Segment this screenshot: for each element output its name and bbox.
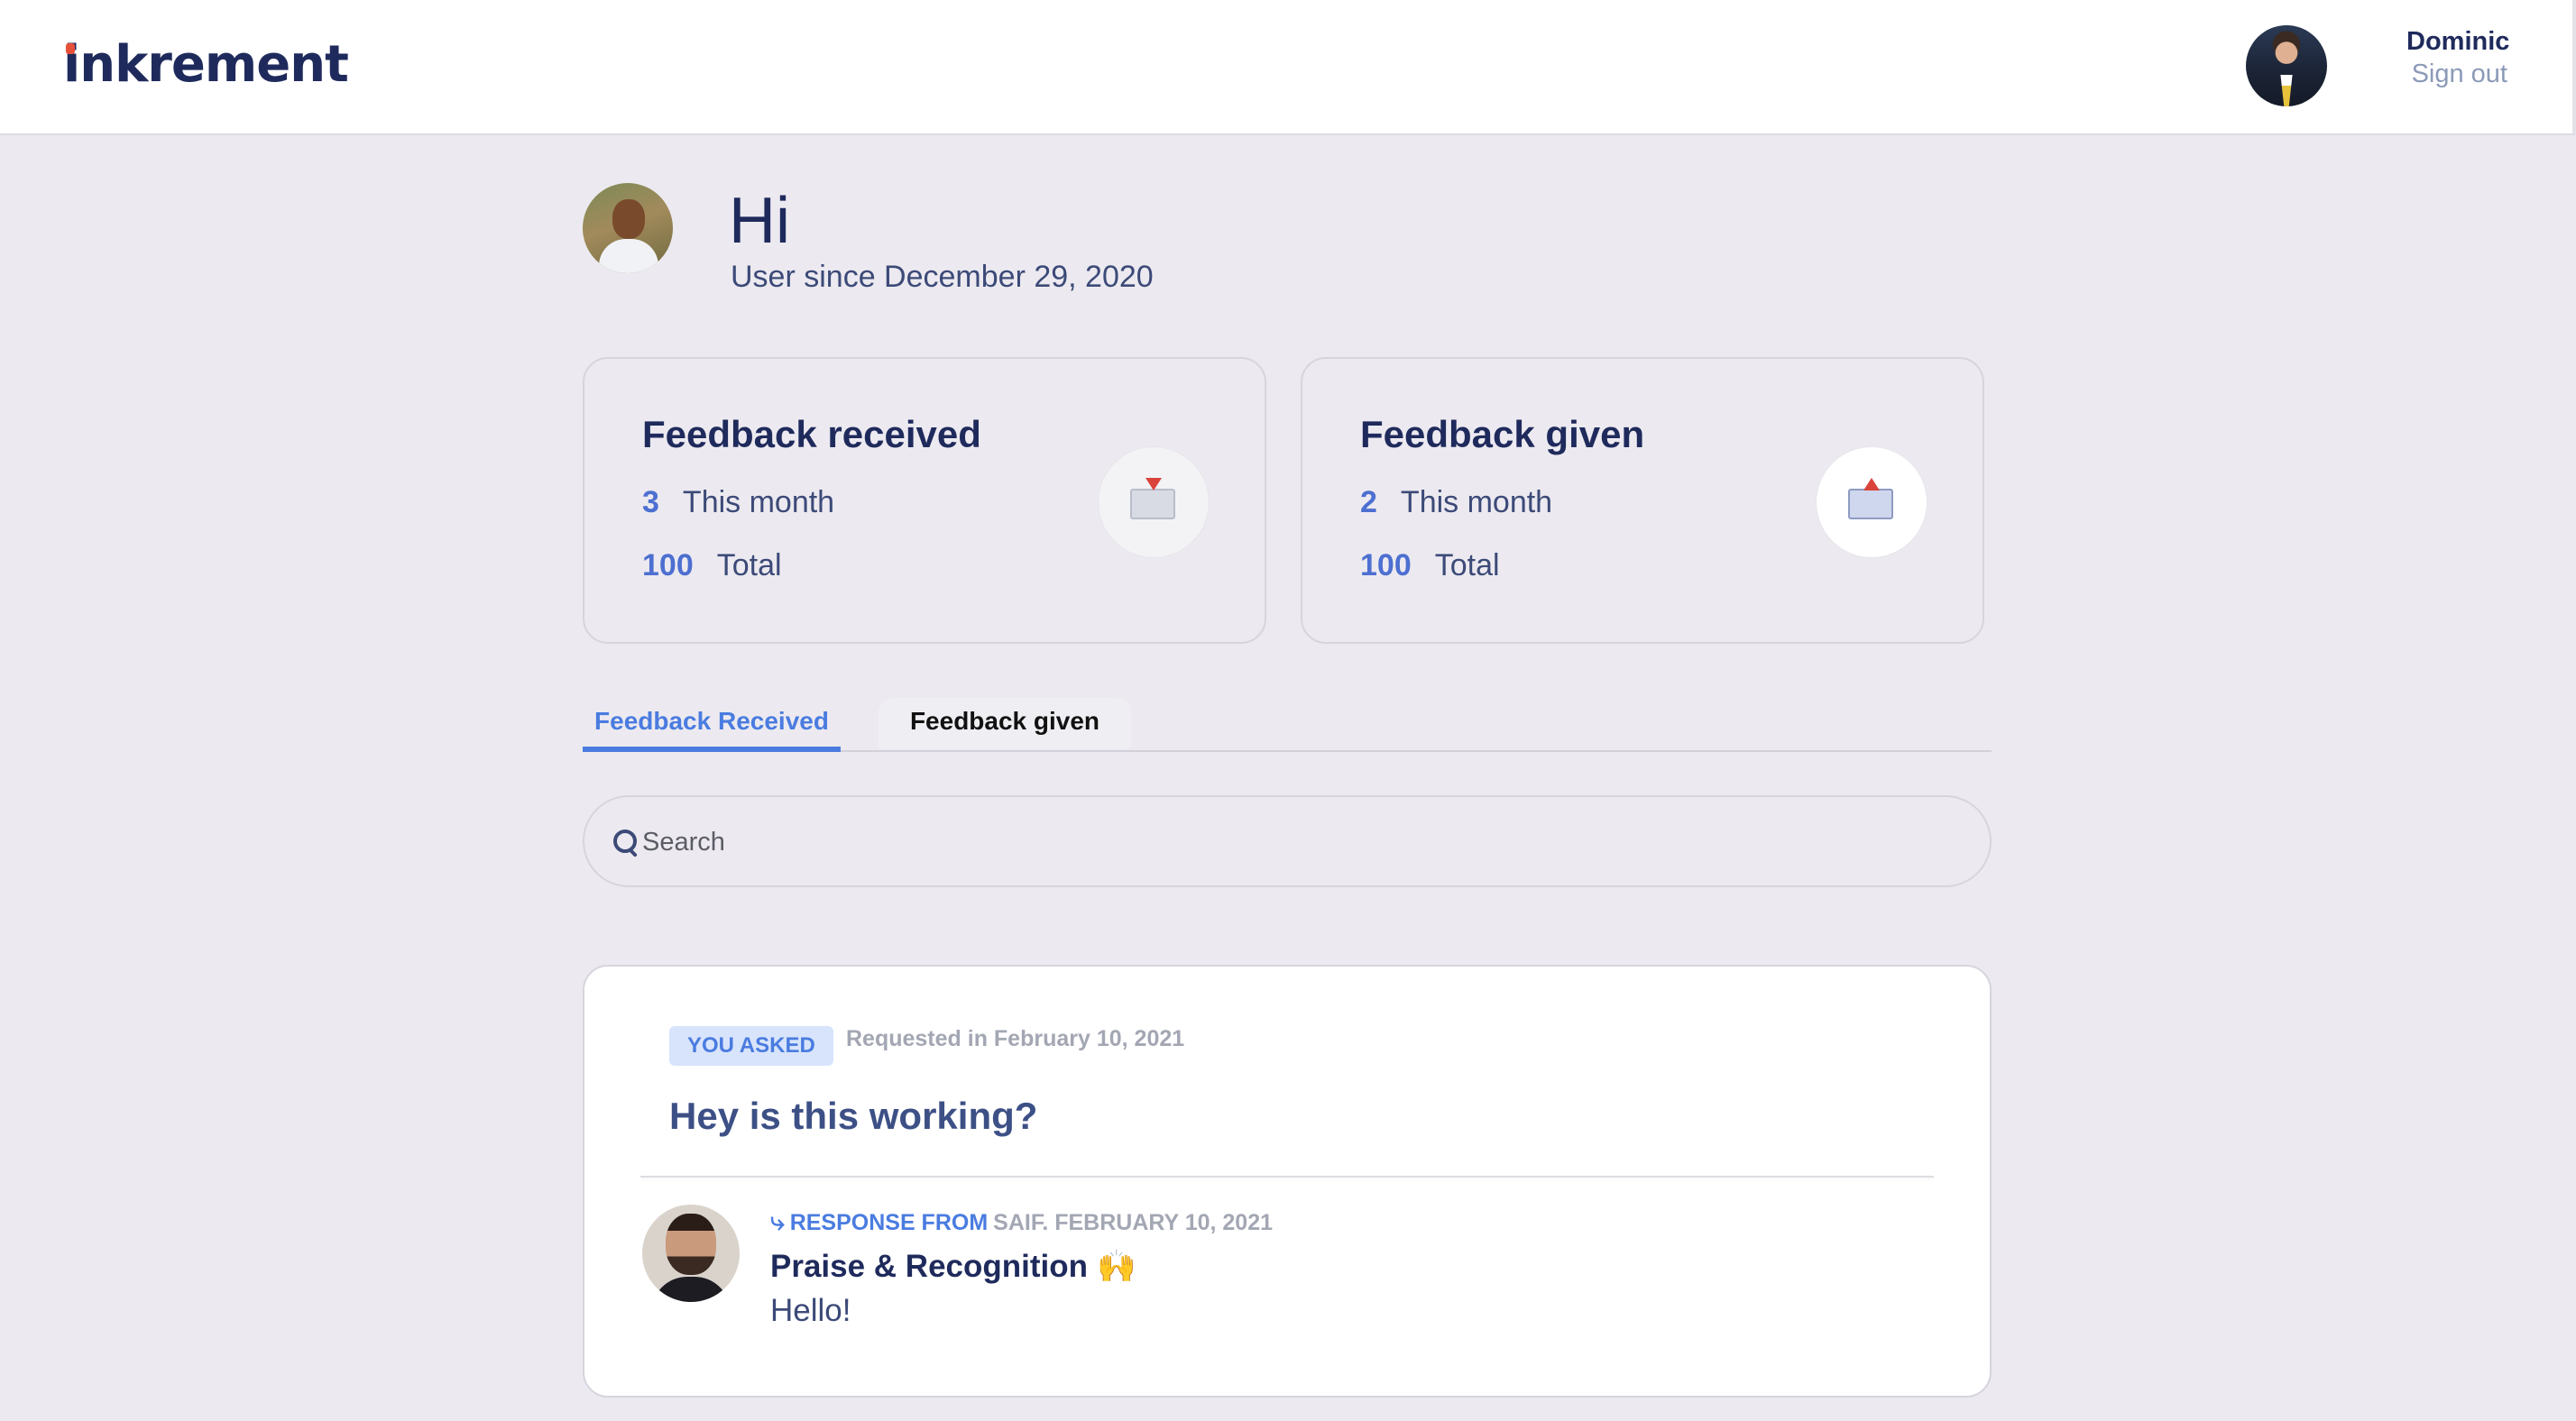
search-icon: [613, 830, 637, 853]
feedback-tabs: Feedback Received Feedback given: [583, 694, 1992, 752]
reply-arrow-icon: ⤷: [770, 1206, 785, 1236]
response-meta: ⤷ RESPONSE FROM SAIF. FEBRUARY 10, 2021: [770, 1206, 1273, 1237]
stat-card-title: Feedback given: [1360, 413, 1645, 455]
user-name: Dominic: [2406, 27, 2510, 56]
stat-card-title: Feedback received: [642, 413, 981, 455]
tab-feedback-received[interactable]: Feedback Received: [583, 694, 841, 752]
response-text: Hello!: [770, 1293, 851, 1328]
search-bar[interactable]: [583, 795, 1992, 887]
tab-feedback-given[interactable]: Feedback given: [879, 698, 1131, 748]
stat-total-count: 100: [642, 548, 694, 582]
stat-month-count: 2: [1360, 485, 1377, 519]
logo-accent-mark: [66, 43, 75, 54]
outbox-tray-icon: [1817, 447, 1927, 557]
response-from-label: RESPONSE FROM: [789, 1210, 989, 1235]
incoming-envelope-icon: [1099, 447, 1209, 557]
down-arrow-icon: [1145, 478, 1162, 490]
requested-date: Requested in February 10, 2021: [846, 1026, 1185, 1051]
response-category: Praise & Recognition 🙌: [770, 1248, 1136, 1285]
stat-month-label: This month: [1400, 485, 1553, 519]
response-category-label: Praise & Recognition: [770, 1249, 1089, 1284]
greeting-heading: Hi: [729, 185, 790, 257]
profile-avatar: [583, 183, 673, 273]
stat-total-row: 100 Total: [642, 548, 782, 583]
stat-month-count: 3: [642, 485, 659, 519]
stat-total-row: 100 Total: [1360, 548, 1500, 583]
feedback-given-stat-card: Feedback given 2 This month 100 Total: [1301, 357, 1984, 644]
sign-out-link[interactable]: Sign out: [2399, 60, 2507, 89]
raising-hands-icon: 🙌: [1097, 1249, 1136, 1285]
response-author-date: SAIF. FEBRUARY 10, 2021: [993, 1210, 1274, 1235]
envelope-shape: [1130, 489, 1175, 519]
inkrement-logo[interactable]: inkrement: [63, 32, 349, 97]
user-since-text: User since December 29, 2020: [731, 260, 1154, 294]
search-input[interactable]: [640, 821, 1943, 864]
user-avatar[interactable]: [2246, 25, 2327, 106]
stat-month-row: 3 This month: [642, 485, 834, 520]
stat-total-label: Total: [1434, 548, 1500, 582]
stat-month-row: 2 This month: [1360, 485, 1552, 520]
stat-total-count: 100: [1360, 548, 1412, 582]
responder-avatar: [642, 1205, 740, 1302]
feedback-received-stat-card: Feedback received 3 This month 100 Total: [583, 357, 1266, 644]
feedback-item-card[interactable]: YOU ASKED Requested in February 10, 2021…: [583, 965, 1992, 1398]
stat-month-label: This month: [682, 485, 835, 519]
tray-shape: [1848, 489, 1893, 519]
card-divider: [640, 1176, 1934, 1178]
up-arrow-icon: [1863, 478, 1880, 490]
feedback-question: Hey is this working?: [669, 1095, 1038, 1137]
top-navigation-bar: inkrement Dominic Sign out: [0, 0, 2576, 135]
stat-total-label: Total: [716, 548, 782, 582]
you-asked-badge: YOU ASKED: [669, 1026, 833, 1066]
